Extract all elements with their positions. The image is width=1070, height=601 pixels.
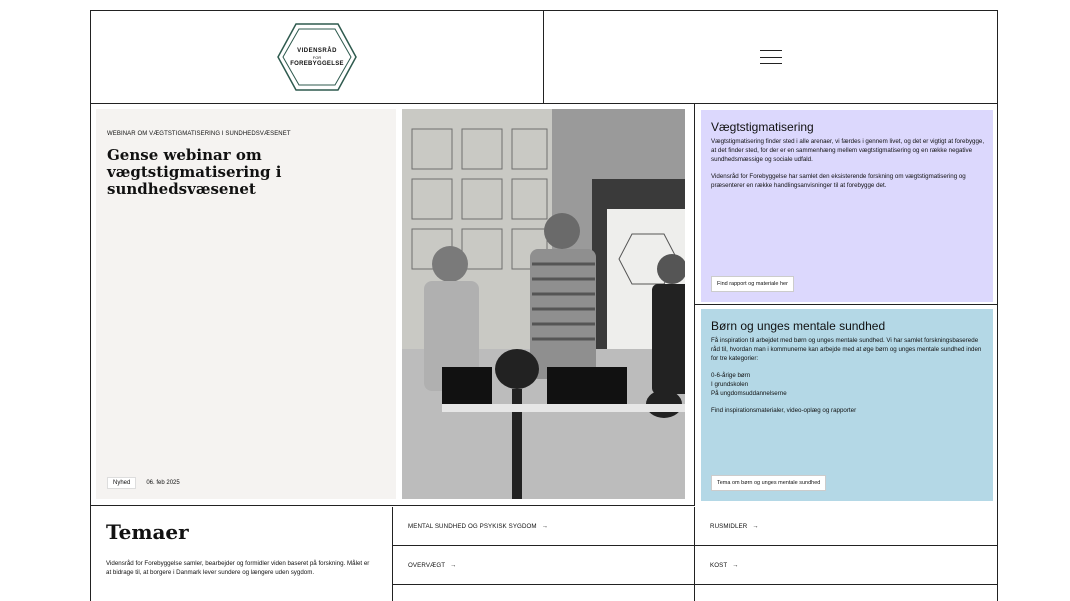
news-tag-badge: Nyhed xyxy=(107,477,137,489)
arrow-right-icon: → xyxy=(732,561,739,569)
hero-kicker: WEBINAR OM VÆGTSTIGMATISERING I SUNDHEDS… xyxy=(107,131,291,137)
webinar-photo xyxy=(402,109,685,499)
logo-line-2: FOR xyxy=(312,54,322,60)
child-mental-health-paragraph-2: Find inspirationsmaterialer, video-oplæg… xyxy=(711,407,857,414)
hero-feature[interactable]: WEBINAR OM VÆGTSTIGMATISERING I SUNDHEDS… xyxy=(91,104,695,506)
hero-title[interactable]: Gense webinar om vægtstigmatisering i su… xyxy=(107,147,317,198)
theme-link-label: KOST xyxy=(710,561,728,569)
theme-link-label: OVERVÆGT xyxy=(408,561,446,569)
logo-line-1: VIDENSRÅD xyxy=(297,47,337,54)
theme-link-overweight[interactable]: OVERVÆGT → xyxy=(393,546,694,585)
theme-link-diet[interactable]: KOST → xyxy=(695,546,997,585)
category-list: 0-6-årige børn I grundskolen På ungdomsu… xyxy=(711,371,987,398)
webinar-photo-image xyxy=(402,109,685,499)
category-item: På ungdomsuddannelserne xyxy=(711,390,787,397)
logo-text: VIDENSRÅD FOR FOREBYGGELSE xyxy=(276,22,358,92)
weight-stigma-paragraph-2: Vidensråd for Forebyggelse har samlet de… xyxy=(711,173,966,189)
theme-link-label: MENTAL SUNDHED OG PSYKISK SYGDOM xyxy=(408,522,537,530)
themes-intro: Temaer Vidensråd for Forebyggelse samler… xyxy=(91,507,393,601)
child-mental-health-title[interactable]: Børn og unges mentale sundhed xyxy=(711,319,885,333)
hero-text-card: WEBINAR OM VÆGTSTIGMATISERING I SUNDHEDS… xyxy=(96,109,396,499)
theme-link-mental-health[interactable]: MENTAL SUNDHED OG PSYKISK SYGDOM → xyxy=(393,507,694,546)
hero-date: 06. feb 2025 xyxy=(146,480,180,486)
category-item: 0-6-årige børn xyxy=(711,372,751,379)
themes-description: Vidensråd for Forebyggelse samler, bearb… xyxy=(106,560,370,576)
header-logo-cell: VIDENSRÅD FOR FOREBYGGELSE xyxy=(91,11,544,104)
panel-divider xyxy=(695,304,997,305)
weight-stigma-title[interactable]: Vægtstigmatisering xyxy=(711,120,814,134)
child-mental-health-paragraph-1: Få inspiration til arbejdet med børn og … xyxy=(711,337,982,362)
weight-stigma-body: Vægtstigmatisering finder sted i alle ar… xyxy=(711,137,987,198)
theme-link-label: RUSMIDLER xyxy=(710,522,748,530)
arrow-right-icon: → xyxy=(450,561,457,569)
themes-column-1: MENTAL SUNDHED OG PSYKISK SYGDOM → OVERV… xyxy=(393,507,695,601)
theme-children-button[interactable]: Tema om børn og unges mentale sundhed xyxy=(711,475,827,491)
themes-section: Temaer Vidensråd for Forebyggelse samler… xyxy=(91,507,997,601)
site-logo[interactable]: VIDENSRÅD FOR FOREBYGGELSE xyxy=(276,22,358,92)
hamburger-menu-icon[interactable] xyxy=(759,50,782,64)
logo-line-3: FOREBYGGELSE xyxy=(290,60,344,67)
arrow-right-icon: → xyxy=(541,522,548,530)
weight-stigma-paragraph-1: Vægtstigmatisering finder sted i alle ar… xyxy=(711,138,985,163)
theme-link-substances[interactable]: RUSMIDLER → xyxy=(695,507,997,546)
category-item: I grundskolen xyxy=(711,381,749,388)
themes-column-2: RUSMIDLER → KOST → xyxy=(695,507,997,601)
child-mental-health-body: Få inspiration til arbejdet med børn og … xyxy=(711,336,987,423)
find-report-button[interactable]: Find rapport og materiale her xyxy=(711,276,794,292)
child-mental-health-panel: Børn og unges mentale sundhed Få inspira… xyxy=(701,309,993,501)
hero-meta: Nyhed 06. feb 2025 xyxy=(107,477,180,489)
header-menu-cell xyxy=(544,11,997,104)
themes-heading: Temaer xyxy=(106,520,189,544)
weight-stigma-panel: Vægtstigmatisering Vægtstigmatisering fi… xyxy=(701,110,993,302)
arrow-right-icon: → xyxy=(752,522,759,530)
page-frame: VIDENSRÅD FOR FOREBYGGELSE WEBINAR OM VÆ… xyxy=(90,10,998,601)
